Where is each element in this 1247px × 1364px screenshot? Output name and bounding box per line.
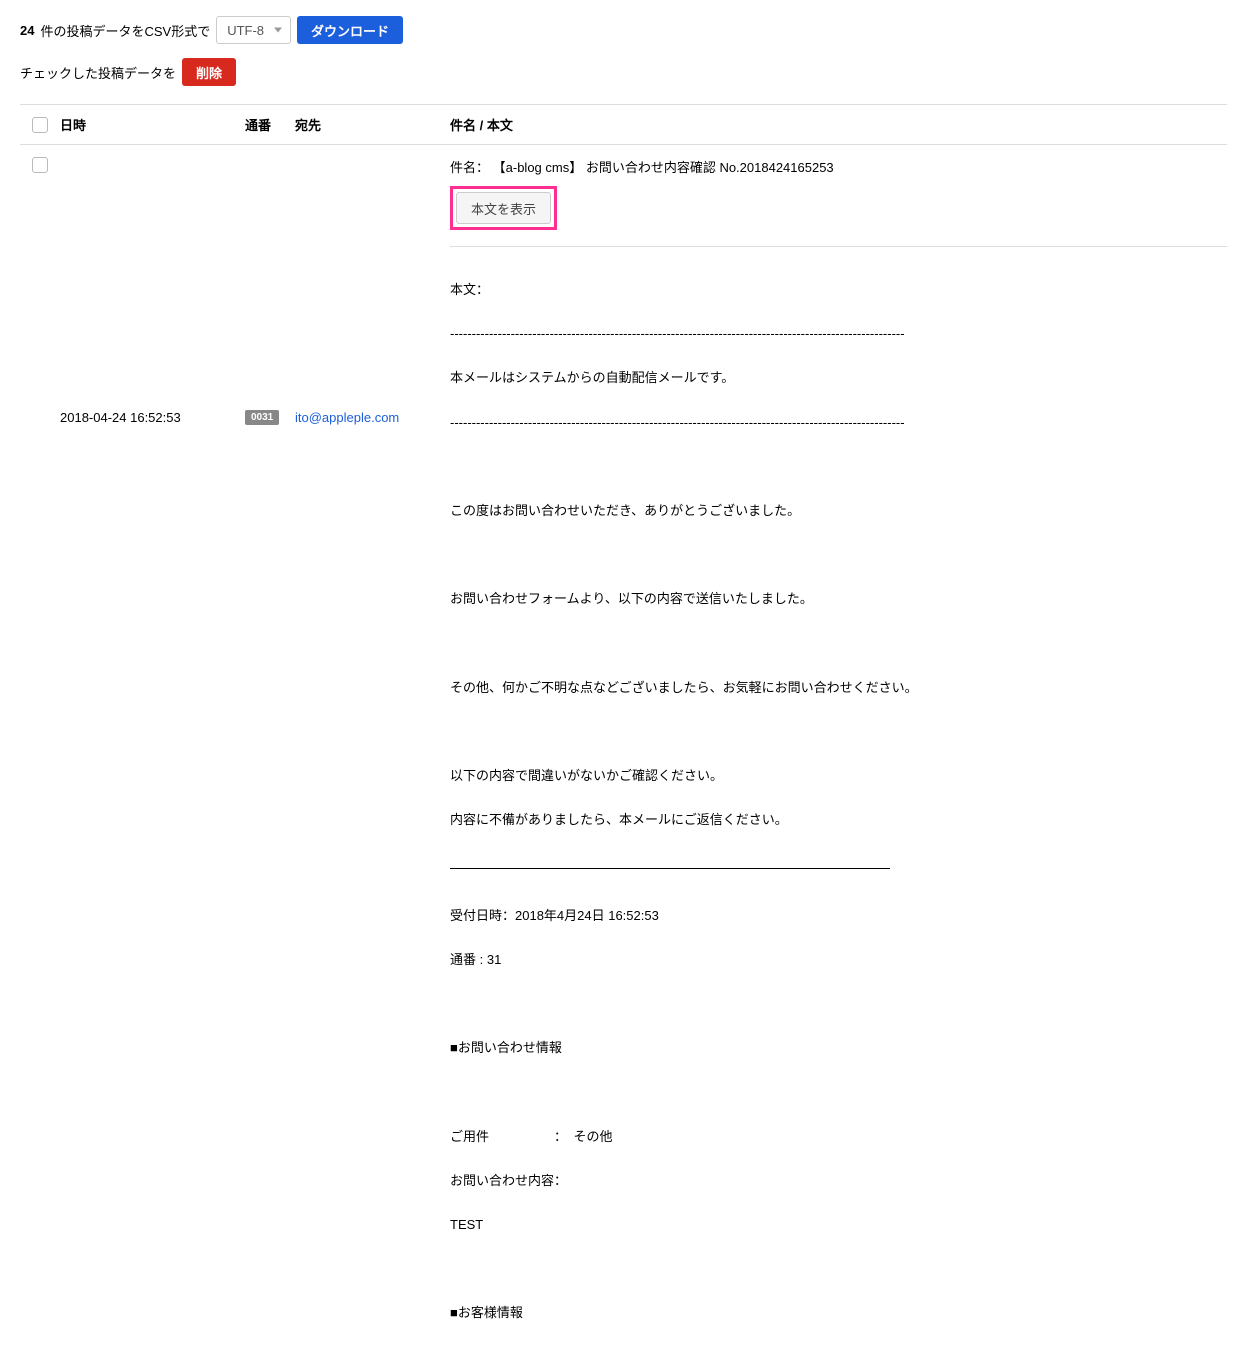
row-checkbox[interactable] <box>32 157 48 173</box>
dash-line-1: ----------------------------------------… <box>450 323 1227 345</box>
subject-value: 【a-blog cms】 お問い合わせ内容確認 No.2018424165253 <box>493 160 834 175</box>
dash-line-2: ----------------------------------------… <box>450 412 1227 434</box>
count-number: 24 <box>20 23 34 38</box>
serial-text: 通番 : 31 <box>450 949 1227 971</box>
encoding-select[interactable]: UTF-8 <box>216 16 291 44</box>
csv-export-row: 24 件の投稿データをCSV形式で UTF-8 ダウンロード <box>20 16 1227 44</box>
header-subject: 件名 / 本文 <box>450 115 1227 134</box>
subject-line: 件名： 【a-blog cms】 お問い合わせ内容確認 No.201842416… <box>450 157 1227 176</box>
contact-if-text: その他、何かご不明な点などございましたら、お気軽にお問い合わせください。 <box>450 677 1227 699</box>
subject-label: 件名： <box>450 160 489 175</box>
delete-button[interactable]: 削除 <box>182 58 236 86</box>
row-date: 2018-04-24 16:52:53 <box>60 157 245 677</box>
header-date: 日時 <box>60 115 245 134</box>
table-row: 2018-04-24 16:52:53 0031 ito@appleple.co… <box>20 145 1227 1364</box>
table-header: 日時 通番 宛先 件名 / 本文 <box>20 104 1227 145</box>
confirm2-text: 内容に不備がありましたら、本メールにご返信ください。 <box>450 809 1227 831</box>
field-subject: ご用件 ： その他 <box>450 1126 1227 1148</box>
field-content: お問い合わせ内容： <box>450 1170 1227 1192</box>
encoding-value: UTF-8 <box>227 23 264 38</box>
auto-mail-text: 本メールはシステムからの自動配信メールです。 <box>450 367 1227 389</box>
sent-via-text: お問い合わせフォームより、以下の内容で送信いたしました。 <box>450 588 1227 610</box>
header-to: 宛先 <box>295 115 450 134</box>
confirm1-text: 以下の内容で間違いがないかご確認ください。 <box>450 765 1227 787</box>
field-test: TEST <box>450 1214 1227 1236</box>
received-at-text: 受付日時：2018年4月24日 16:52:53 <box>450 905 1227 927</box>
show-body-button[interactable]: 本文を表示 <box>456 192 551 224</box>
delete-prefix: チェックした投稿データを <box>20 63 176 82</box>
customer-header-text: ■お客様情報 <box>450 1302 1227 1324</box>
highlight-box: 本文を表示 <box>450 186 557 230</box>
hr-dark <box>450 868 890 869</box>
recipient-link[interactable]: ito@appleple.com <box>295 410 399 425</box>
subject-body-area: 件名： 【a-blog cms】 お問い合わせ内容確認 No.201842416… <box>450 157 1227 1364</box>
thanks-text: この度はお問い合わせいただき、ありがとうございました。 <box>450 500 1227 522</box>
count-suffix: 件の投稿データをCSV形式で <box>40 21 210 40</box>
chevron-down-icon <box>274 28 282 33</box>
divider <box>450 246 1227 247</box>
select-all-checkbox[interactable] <box>32 117 48 133</box>
seq-badge: 0031 <box>245 410 279 425</box>
body-content: 本文： ------------------------------------… <box>450 257 1227 1364</box>
body-label: 本文： <box>450 279 1227 301</box>
download-button[interactable]: ダウンロード <box>297 16 403 44</box>
header-seq: 通番 <box>245 115 295 134</box>
inquiry-header-text: ■お問い合わせ情報 <box>450 1037 1227 1059</box>
delete-row: チェックした投稿データを 削除 <box>20 58 1227 86</box>
